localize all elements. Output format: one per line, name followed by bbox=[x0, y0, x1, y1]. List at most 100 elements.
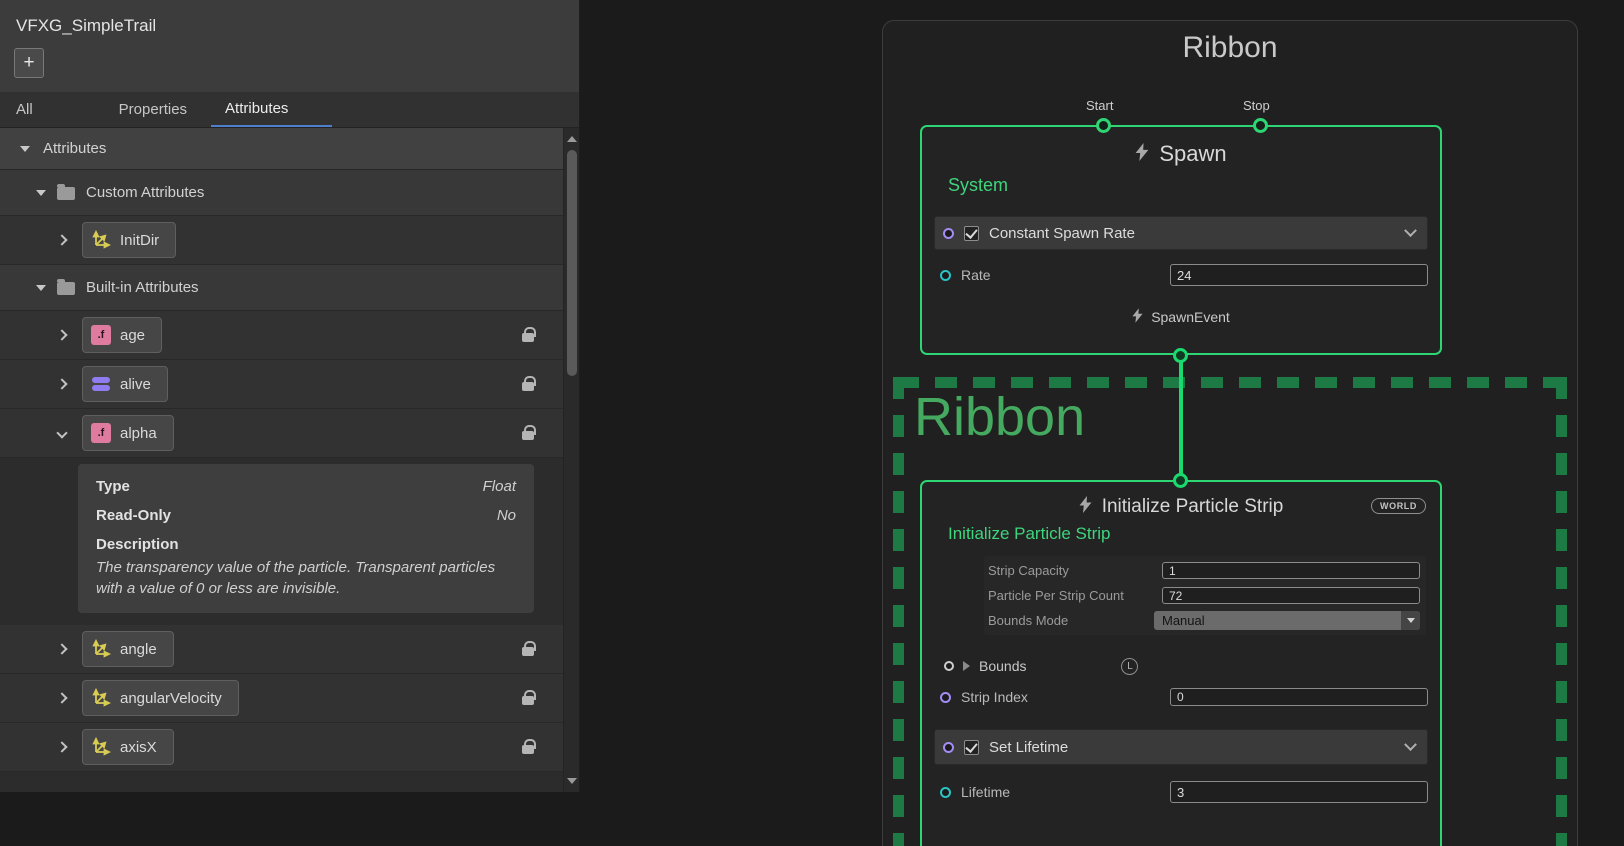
blackboard-panel: VFXG_SimpleTrail + All Properties Attrib… bbox=[0, 0, 580, 792]
lifetime-input[interactable] bbox=[1170, 781, 1428, 803]
chevron-right-icon[interactable] bbox=[56, 692, 67, 703]
folder-icon bbox=[57, 282, 75, 295]
particle-per-strip-count-input[interactable] bbox=[1162, 587, 1420, 604]
lock-icon bbox=[522, 647, 534, 656]
detail-readonly-label: Read-Only bbox=[96, 507, 171, 524]
chevron-right-icon[interactable] bbox=[56, 741, 67, 752]
bool-type-icon bbox=[91, 374, 111, 394]
attribute-row-axisx[interactable]: axisX bbox=[0, 723, 564, 772]
attribute-chip[interactable]: .f alpha bbox=[82, 415, 174, 451]
init-node-title: Initialize Particle Strip bbox=[1102, 496, 1284, 518]
folder-builtin-attributes[interactable]: Built-in Attributes bbox=[0, 265, 564, 311]
spawn-to-init-edge[interactable] bbox=[1179, 355, 1183, 481]
set-lifetime-checkbox[interactable] bbox=[964, 740, 979, 755]
strip-capacity-input[interactable] bbox=[1162, 562, 1420, 579]
chevron-right-icon[interactable] bbox=[56, 378, 67, 389]
rate-input[interactable] bbox=[1170, 264, 1428, 286]
spawn-stop-port[interactable] bbox=[1253, 118, 1268, 133]
attribute-row-initdir[interactable]: InitDir bbox=[0, 216, 564, 265]
scroll-down-icon[interactable] bbox=[567, 778, 577, 784]
attribute-row-alive[interactable]: alive bbox=[0, 360, 564, 409]
attribute-row-angle[interactable]: angle bbox=[0, 625, 564, 674]
section-label: Attributes bbox=[43, 140, 106, 157]
block-label: Constant Spawn Rate bbox=[989, 225, 1135, 242]
direction-type-icon bbox=[91, 688, 111, 708]
set-lifetime-block[interactable]: Set Lifetime bbox=[934, 729, 1428, 765]
triangle-down-icon[interactable] bbox=[36, 285, 46, 291]
bounds-mode-dropdown[interactable]: Manual bbox=[1154, 611, 1420, 630]
spawn-node-title: Spawn bbox=[1159, 141, 1226, 167]
attribute-chip[interactable]: .f age bbox=[82, 317, 162, 353]
float-type-icon: .f bbox=[91, 423, 111, 443]
chevron-down-icon[interactable] bbox=[56, 427, 67, 438]
attribute-chip[interactable]: angularVelocity bbox=[82, 680, 239, 716]
constant-spawn-rate-block[interactable]: Constant Spawn Rate bbox=[934, 216, 1428, 250]
group-border-right bbox=[1556, 377, 1567, 846]
attribute-chip[interactable]: axisX bbox=[82, 729, 174, 765]
folder-custom-attributes[interactable]: Custom Attributes bbox=[0, 170, 564, 216]
strip-index-row: Strip Index bbox=[940, 685, 1428, 709]
chevron-right-icon[interactable] bbox=[56, 234, 67, 245]
scroll-up-icon[interactable] bbox=[567, 136, 577, 142]
lifetime-input-port[interactable] bbox=[940, 787, 951, 798]
lightning-icon bbox=[1132, 308, 1143, 326]
scrollbar-thumb[interactable] bbox=[567, 150, 577, 376]
attribute-row-alpha[interactable]: .f alpha bbox=[0, 409, 564, 458]
initialize-particle-strip-node[interactable]: Initialize Particle Strip WORLD Initiali… bbox=[920, 480, 1442, 846]
expander-triangle-icon[interactable] bbox=[963, 661, 970, 671]
lightning-icon bbox=[1135, 143, 1149, 166]
group-label[interactable]: Ribbon bbox=[914, 390, 1085, 444]
local-space-badge[interactable]: L bbox=[1121, 658, 1138, 675]
tree-section-attributes[interactable]: Attributes bbox=[0, 128, 564, 170]
attribute-chip[interactable]: InitDir bbox=[82, 222, 176, 258]
bounds-mode-row: Bounds Mode Manual bbox=[988, 610, 1420, 631]
attribute-row-age[interactable]: .f age bbox=[0, 311, 564, 360]
triangle-down-icon[interactable] bbox=[36, 190, 46, 196]
attributes-tree: Attributes Custom Attributes InitDir Bui… bbox=[0, 128, 564, 792]
bounds-mode-label: Bounds Mode bbox=[988, 613, 1068, 628]
constant-spawn-rate-checkbox[interactable] bbox=[964, 226, 979, 241]
spawn-node-title-row: Spawn bbox=[922, 127, 1440, 167]
triangle-down-icon[interactable] bbox=[20, 146, 30, 152]
strip-index-input[interactable] bbox=[1170, 688, 1428, 706]
attribute-chip[interactable]: alive bbox=[82, 366, 168, 402]
chevron-right-icon[interactable] bbox=[56, 329, 67, 340]
direction-type-icon bbox=[91, 639, 111, 659]
direction-type-icon bbox=[91, 230, 111, 250]
collapse-chevron-icon[interactable] bbox=[1404, 738, 1417, 751]
spawn-start-port[interactable] bbox=[1096, 118, 1111, 133]
attribute-row-angularvelocity[interactable]: angularVelocity bbox=[0, 674, 564, 723]
rate-label: Rate bbox=[961, 267, 991, 283]
collapse-chevron-icon[interactable] bbox=[1404, 224, 1417, 237]
spawn-output-port[interactable] bbox=[1173, 348, 1188, 363]
tab-attributes[interactable]: Attributes bbox=[211, 92, 332, 127]
lock-icon bbox=[522, 696, 534, 705]
bounds-input-port[interactable] bbox=[944, 661, 954, 671]
space-badge[interactable]: WORLD bbox=[1371, 498, 1426, 514]
group-border-left bbox=[893, 377, 904, 846]
block-input-port[interactable] bbox=[943, 228, 954, 239]
bounds-row[interactable]: Bounds L bbox=[944, 655, 1428, 677]
alpha-details-panel: Type Float Read-Only No Description The … bbox=[78, 464, 534, 613]
chevron-right-icon[interactable] bbox=[56, 643, 67, 654]
tab-all[interactable]: All bbox=[2, 92, 47, 127]
spawn-event-label: SpawnEvent bbox=[1151, 309, 1230, 325]
scrollbar[interactable] bbox=[563, 128, 579, 792]
tab-properties[interactable]: Properties bbox=[105, 92, 201, 127]
detail-type-label: Type bbox=[96, 478, 130, 495]
attribute-chip[interactable]: angle bbox=[82, 631, 174, 667]
strip-capacity-label: Strip Capacity bbox=[988, 563, 1069, 578]
direction-type-icon bbox=[91, 737, 111, 757]
block-input-port[interactable] bbox=[943, 742, 954, 753]
particle-per-strip-count-label: Particle Per Strip Count bbox=[988, 588, 1124, 603]
strip-index-input-port[interactable] bbox=[940, 692, 951, 703]
detail-description-text: The transparency value of the particle. … bbox=[96, 557, 516, 599]
init-input-port[interactable] bbox=[1173, 473, 1188, 488]
blackboard-title: VFXG_SimpleTrail bbox=[16, 16, 156, 36]
add-attribute-button[interactable]: + bbox=[14, 48, 44, 78]
rate-field-row: Rate bbox=[940, 260, 1428, 290]
strip-capacity-row: Strip Capacity bbox=[988, 560, 1420, 581]
rate-input-port[interactable] bbox=[940, 270, 951, 281]
dropdown-arrow-icon[interactable] bbox=[1401, 611, 1420, 630]
spawn-context-node[interactable]: Spawn System Constant Spawn Rate Rate Sp… bbox=[920, 125, 1442, 355]
